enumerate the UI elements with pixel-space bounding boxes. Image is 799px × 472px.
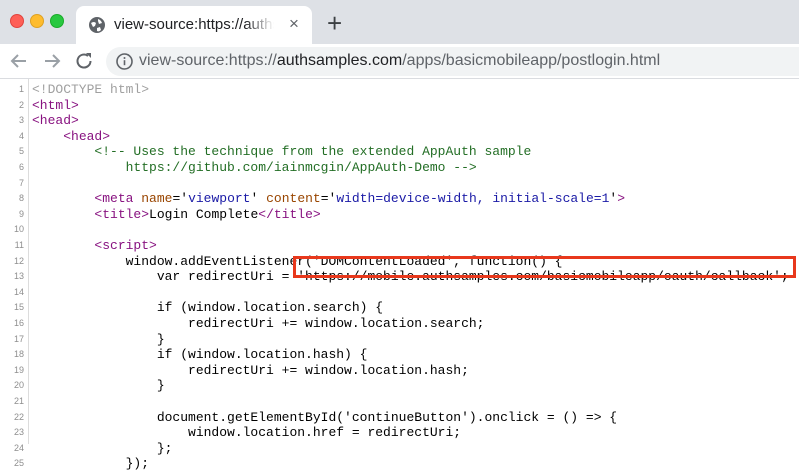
- line-number: 18: [13, 349, 24, 360]
- source-code: if (window.location.search) {: [32, 300, 384, 316]
- forward-button[interactable]: [40, 49, 64, 73]
- source-code: redirectUri += window.location.search;: [32, 316, 485, 331]
- line-number: 5: [18, 146, 24, 157]
- source-code: }: [32, 331, 165, 347]
- url-prefix: view-source:https://: [139, 52, 277, 69]
- line-number: 14: [13, 286, 24, 297]
- url-host: authsamples.com: [276, 52, 403, 69]
- line-number: 3: [18, 115, 24, 126]
- back-button[interactable]: [7, 49, 31, 73]
- line-number: 23: [13, 427, 24, 438]
- line-number: 4: [18, 130, 24, 141]
- source-code: window.location.href = redirectUri;: [32, 425, 462, 441]
- line-number: 12: [13, 255, 24, 266]
- line-number: 9: [18, 208, 24, 219]
- source-code: <title>Login Complete</title>: [94, 206, 321, 222]
- source-code: <meta name='viewport' content='width=dev…: [94, 191, 625, 207]
- globe-icon: [89, 17, 105, 33]
- line-number: 7: [18, 177, 24, 188]
- line-number: 11: [14, 240, 24, 250]
- new-tab-button[interactable]: +: [327, 8, 342, 38]
- source-code: <html>: [32, 97, 79, 113]
- source-code: document.getElementById('continueButton'…: [32, 409, 618, 425]
- browser-toolbar: view-source:https://authsamples.com/apps…: [0, 44, 799, 79]
- line-number: 17: [13, 333, 24, 344]
- source-code: redirectUri += window.location.hash;: [32, 362, 469, 378]
- address-bar[interactable]: view-source:https://authsamples.com/apps…: [106, 47, 799, 76]
- line-number: 1: [18, 84, 24, 94]
- line-number: 24: [13, 442, 24, 453]
- source-code: };: [32, 440, 173, 456]
- highlight-box: [293, 256, 796, 278]
- url-path: /apps/basicmobileapp/postlogin.html: [402, 52, 661, 69]
- line-number: 8: [18, 193, 24, 204]
- line-number: 15: [13, 302, 24, 313]
- source-code: if (window.location.hash) {: [32, 347, 368, 363]
- source-code: https://github.com/iainmcgin/AppAuth-Dem…: [32, 160, 477, 175]
- source-code: <head>: [63, 128, 111, 144]
- source-code: <script>: [94, 238, 157, 253]
- url-text[interactable]: view-source:https://authsamples.com/apps…: [139, 52, 660, 70]
- source-code: <head>: [32, 113, 79, 129]
- maximize-window-button[interactable]: [50, 14, 64, 28]
- title-bar: view-source:https://authsamples × +: [0, 0, 799, 44]
- source-code: });: [32, 456, 150, 472]
- line-number: 21: [13, 396, 24, 406]
- close-window-button[interactable]: [10, 14, 24, 28]
- line-number: 19: [13, 364, 24, 375]
- tab-title: view-source:https://authsamples: [114, 16, 274, 33]
- source-code: }: [32, 378, 165, 394]
- reload-button[interactable]: [72, 49, 96, 73]
- line-number: 13: [13, 271, 24, 282]
- line-number: 2: [18, 99, 24, 110]
- line-number: 22: [13, 411, 24, 422]
- browser-tab[interactable]: view-source:https://authsamples ×: [76, 6, 312, 44]
- line-number: 10: [13, 224, 24, 235]
- source-code: <!DOCTYPE html>: [32, 82, 150, 97]
- source-code: <!-- Uses the technique from the extende…: [32, 144, 532, 160]
- line-number: 20: [13, 380, 24, 391]
- line-number: 16: [13, 318, 24, 328]
- tab-close-button[interactable]: ×: [289, 15, 299, 33]
- line-number: 25: [13, 458, 24, 469]
- minimize-window-button[interactable]: [30, 14, 44, 28]
- line-number-gutter: [28, 79, 29, 444]
- info-icon[interactable]: [116, 53, 133, 70]
- line-number: 6: [18, 162, 24, 172]
